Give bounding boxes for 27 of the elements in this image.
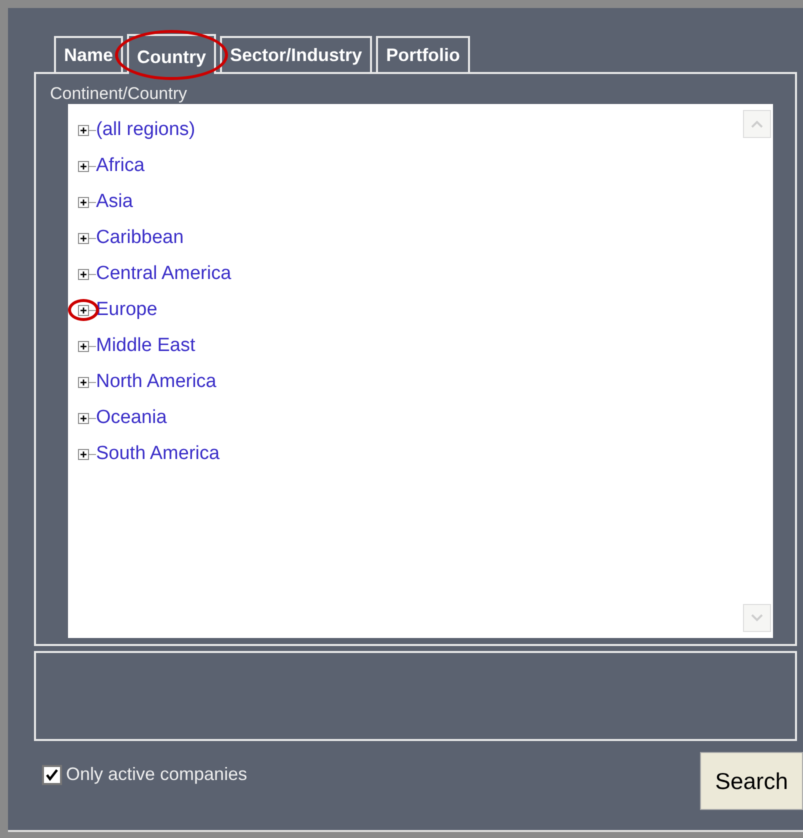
tree-item[interactable]: Africa	[96, 155, 145, 177]
expand-icon[interactable]	[78, 232, 89, 244]
checkbox-label: Only active companies	[66, 764, 248, 785]
expand-icon[interactable]	[78, 304, 89, 316]
expand-icon[interactable]	[78, 448, 89, 460]
tree-label: Continent/Country	[50, 84, 188, 104]
tree-item[interactable]: South America	[96, 443, 220, 465]
tree-item[interactable]: Oceania	[96, 407, 167, 429]
tree-item[interactable]: Asia	[96, 191, 133, 213]
tree-item[interactable]: Central America	[96, 263, 232, 285]
search-button[interactable]: Search	[700, 752, 803, 810]
tree-item[interactable]: North America	[96, 371, 216, 393]
expand-icon[interactable]	[78, 124, 89, 136]
expand-icon[interactable]	[78, 268, 89, 280]
checkbox[interactable]	[42, 764, 62, 784]
expand-icon[interactable]	[78, 376, 89, 388]
tab[interactable]: Portfolio	[376, 36, 470, 72]
tab[interactable]: Name	[54, 36, 124, 72]
expand-icon[interactable]	[78, 412, 89, 424]
expand-icon[interactable]	[78, 340, 89, 352]
expand-icon[interactable]	[78, 196, 89, 208]
tree-item[interactable]: Middle East	[96, 335, 196, 357]
tree-item[interactable]: Caribbean	[96, 227, 184, 249]
tab[interactable]: Sector/Industry	[220, 36, 372, 72]
tree-item[interactable]: (all regions)	[96, 119, 196, 141]
tab[interactable]: Country	[127, 34, 216, 74]
expand-icon[interactable]	[78, 160, 89, 172]
